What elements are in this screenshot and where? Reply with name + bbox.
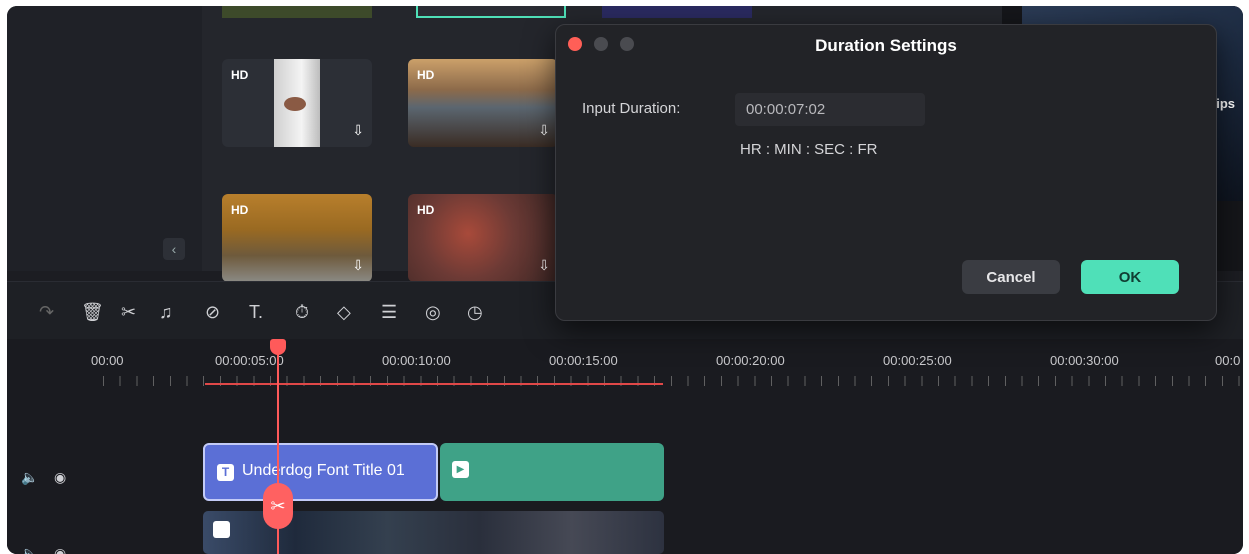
- media-thumbnail[interactable]: HD ⇩: [408, 59, 558, 147]
- eye-icon[interactable]: ◉: [54, 469, 66, 485]
- app-window: ‹ HD ⇩ HD ⇩ HD ⇩ HD ⇩ n ips ↷ 🗑 ✂ ♫ ⊘ T.…: [7, 6, 1243, 554]
- title-clip-icon: T: [217, 464, 234, 481]
- cut-icon[interactable]: ✂: [121, 302, 136, 323]
- ruler-label: 00:00: [91, 353, 124, 368]
- hd-badge: HD: [231, 68, 249, 82]
- render-range: [205, 383, 663, 385]
- duration-input[interactable]: [735, 93, 925, 126]
- thumbnail-strip[interactable]: [222, 6, 372, 18]
- media-thumbnail[interactable]: HD ⇩: [222, 194, 372, 282]
- track-controls[interactable]: 🔈 ◉: [21, 469, 66, 486]
- hd-badge: HD: [417, 203, 435, 217]
- input-duration-label: Input Duration:: [582, 100, 681, 117]
- speaker-icon[interactable]: 🔈: [21, 469, 38, 485]
- timeline[interactable]: 00:00 00:00:05:00 00:00:10:00 00:00:15:0…: [7, 339, 1243, 554]
- tag-icon[interactable]: ⊘: [205, 302, 220, 323]
- track-controls[interactable]: 🔈 ◉: [21, 545, 66, 554]
- cancel-button[interactable]: Cancel: [962, 260, 1060, 294]
- duration-icon[interactable]: ◷: [467, 302, 483, 323]
- scissors-icon[interactable]: ✂: [263, 483, 293, 529]
- ruler-label: 00:0: [1215, 353, 1241, 368]
- thumbnail-strip[interactable]: [602, 6, 752, 18]
- media-thumbnail[interactable]: HD ⇩: [408, 194, 558, 282]
- effect-clip[interactable]: ▶: [440, 443, 664, 501]
- left-panel: ‹: [7, 6, 202, 271]
- download-icon[interactable]: ⇩: [352, 122, 364, 139]
- play-icon: ▶: [452, 461, 469, 478]
- adjust-icon[interactable]: ☰: [381, 302, 397, 323]
- hd-badge: HD: [417, 68, 435, 82]
- playhead-handle[interactable]: [270, 339, 286, 355]
- speaker-icon[interactable]: 🔈: [21, 545, 38, 554]
- ruler-label: 00:00:25:00: [883, 353, 952, 368]
- title-clip-label: Underdog Font Title 01: [242, 462, 405, 479]
- ruler-label: 00:00:10:00: [382, 353, 451, 368]
- video-clip-icon: [213, 521, 230, 538]
- duration-format-hint: HR : MIN : SEC : FR: [740, 141, 878, 158]
- ruler-label: 00:00:15:00: [549, 353, 618, 368]
- media-thumbnail[interactable]: HD ⇩: [222, 59, 372, 147]
- text-icon[interactable]: T.: [249, 302, 263, 323]
- redo-icon[interactable]: ↷: [39, 302, 54, 323]
- thumbnail-image: [274, 59, 320, 147]
- download-icon[interactable]: ⇩: [538, 257, 550, 274]
- thumbnail-strip-selected[interactable]: [416, 6, 566, 18]
- title-clip[interactable]: T Underdog Font Title 01: [203, 443, 438, 501]
- duration-settings-dialog: Duration Settings Input Duration: HR : M…: [555, 24, 1217, 321]
- ruler-label: 00:00:30:00: [1050, 353, 1119, 368]
- eye-icon[interactable]: ◉: [54, 545, 66, 554]
- hd-badge: HD: [231, 203, 249, 217]
- color-icon[interactable]: ◎: [425, 302, 441, 323]
- delete-icon[interactable]: 🗑: [81, 302, 104, 323]
- track-headers: [7, 339, 103, 554]
- ruler-label: 00:00:05:00: [215, 353, 284, 368]
- ok-button[interactable]: OK: [1081, 260, 1179, 294]
- ruler-label: 00:00:20:00: [716, 353, 785, 368]
- keyframe-icon[interactable]: ◇: [337, 302, 351, 323]
- speed-icon[interactable]: ⏱: [295, 302, 309, 323]
- audio-icon[interactable]: ♫: [159, 302, 173, 323]
- collapse-panel-button[interactable]: ‹: [163, 238, 185, 260]
- download-icon[interactable]: ⇩: [352, 257, 364, 274]
- dialog-title: Duration Settings: [815, 36, 957, 55]
- download-icon[interactable]: ⇩: [538, 122, 550, 139]
